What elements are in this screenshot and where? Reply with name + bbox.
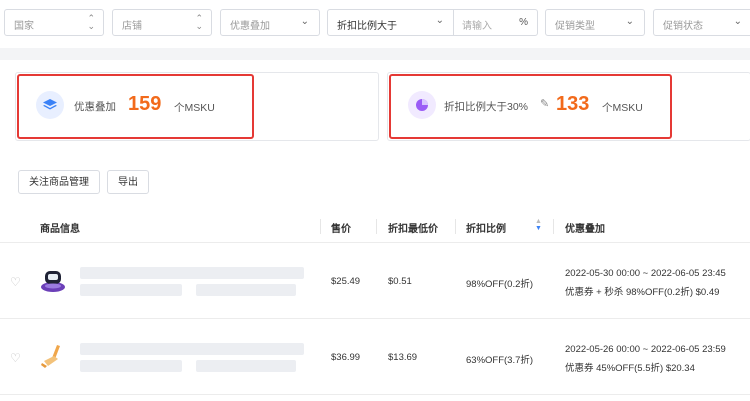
sort-icon[interactable]: ▲ ▼ [535, 218, 542, 232]
product-title-placeholder [80, 267, 304, 279]
discount-operator-label: 折扣比例大于 [337, 21, 397, 32]
card-label: 优惠叠加 [74, 101, 116, 113]
product-sku-placeholder [196, 284, 296, 296]
card-label: 折扣比例大于30% [444, 101, 529, 113]
row-min-price: $13.69 [388, 352, 418, 363]
column-divider [320, 219, 321, 234]
discount-input-placeholder: 请输入 [462, 21, 492, 32]
card-count: 133 [556, 93, 590, 115]
chevron-down-icon: ⌄ [625, 16, 634, 27]
promo-stack-card[interactable]: 优惠叠加 159 个MSKU [15, 72, 379, 141]
main-panel: 优惠叠加 159 个MSKU 折扣比例大于30% ✎ 133 个MSKU 关注商… [0, 60, 750, 401]
row-promo-detail: 优惠券 45%OFF(5.5折) $20.34 [565, 363, 695, 374]
layers-icon [36, 91, 64, 119]
column-divider [455, 219, 456, 234]
promo-type-select[interactable]: 促销类型 ⌄ [545, 9, 645, 36]
pie-chart-icon [408, 91, 436, 119]
country-select-label: 国家 [14, 21, 34, 32]
filter-bar: 国家 ⌃ ⌄ 店铺 ⌃ ⌄ 优惠叠加 ⌄ 折扣比例大于 ⌄ 请输入 % 促销类型 ⌄… [0, 0, 750, 48]
edit-icon[interactable]: ✎ [540, 97, 549, 110]
col-promo-stack: 优惠叠加 [565, 224, 605, 235]
row-min-price: $0.51 [388, 276, 412, 287]
discount-filter-group: 折扣比例大于 ⌄ 请输入 % [327, 9, 538, 36]
chevron-down-icon: ⌄ [435, 15, 444, 26]
discount-operator-select[interactable]: 折扣比例大于 ⌄ [328, 10, 454, 35]
product-sku-placeholder [196, 360, 296, 372]
heart-icon[interactable]: ♡ [10, 351, 21, 365]
chevron-down-icon: ⌄ [733, 16, 742, 27]
col-min-discount-price: 折扣最低价 [388, 224, 438, 235]
promo-stack-select[interactable]: 优惠叠加 ⌄ [220, 9, 320, 36]
card-count: 159 [128, 93, 162, 115]
product-asin-placeholder [80, 284, 182, 296]
row-discount: 98%OFF(0.2折) [466, 279, 534, 290]
sort-updown-icon: ⌃ ⌄ [195, 13, 203, 31]
follow-manage-button[interactable]: 关注商品管理 [18, 170, 100, 194]
product-thumbnail[interactable] [38, 341, 68, 371]
sort-updown-icon: ⌃ ⌄ [87, 13, 95, 31]
store-select-label: 店铺 [122, 21, 142, 32]
row-price: $25.49 [331, 276, 361, 287]
product-title-placeholder [80, 343, 304, 355]
store-select[interactable]: 店铺 ⌃ ⌄ [112, 9, 212, 36]
promo-stack-select-label: 优惠叠加 [230, 21, 270, 32]
product-thumbnail[interactable] [38, 265, 68, 295]
promo-type-select-label: 促销类型 [555, 21, 595, 32]
export-button[interactable]: 导出 [107, 170, 149, 194]
discount-ratio-card[interactable]: 折扣比例大于30% ✎ 133 个MSKU [387, 72, 750, 141]
row-promo-detail: 优惠券 + 秒杀 98%OFF(0.2折) $0.49 [565, 287, 720, 298]
promo-status-select[interactable]: 促销状态 ⌄ [653, 9, 750, 36]
product-asin-placeholder [80, 360, 182, 372]
chevron-down-icon: ⌄ [300, 16, 309, 27]
row-promo-period: 2022-05-26 00:00 ~ 2022-06-05 23:59 [565, 344, 726, 355]
column-divider [376, 219, 377, 234]
table-row: ♡ $36.99 $13.69 63%OFF(3.7折) 2022-05-26 … [0, 319, 750, 395]
row-promo-period: 2022-05-30 00:00 ~ 2022-06-05 23:45 [565, 268, 726, 279]
col-price: 售价 [331, 224, 351, 235]
row-price: $36.99 [331, 352, 361, 363]
column-divider [553, 219, 554, 234]
row-discount: 63%OFF(3.7折) [466, 355, 534, 366]
percent-unit: % [519, 17, 528, 28]
card-unit: 个MSKU [602, 102, 643, 114]
heart-icon[interactable]: ♡ [10, 275, 21, 289]
card-unit: 个MSKU [174, 102, 215, 114]
col-product-info: 商品信息 [40, 224, 80, 235]
col-discount-ratio[interactable]: 折扣比例 [466, 220, 506, 235]
promo-status-select-label: 促销状态 [663, 21, 703, 32]
table-row: ♡ $25.49 $0.51 98%OFF(0.2折) 2022-05-30 0… [0, 243, 750, 319]
table-header: 商品信息 售价 折扣最低价 折扣比例 ▲ ▼ 优惠叠加 [0, 210, 750, 243]
country-select[interactable]: 国家 ⌃ ⌄ [4, 9, 104, 36]
